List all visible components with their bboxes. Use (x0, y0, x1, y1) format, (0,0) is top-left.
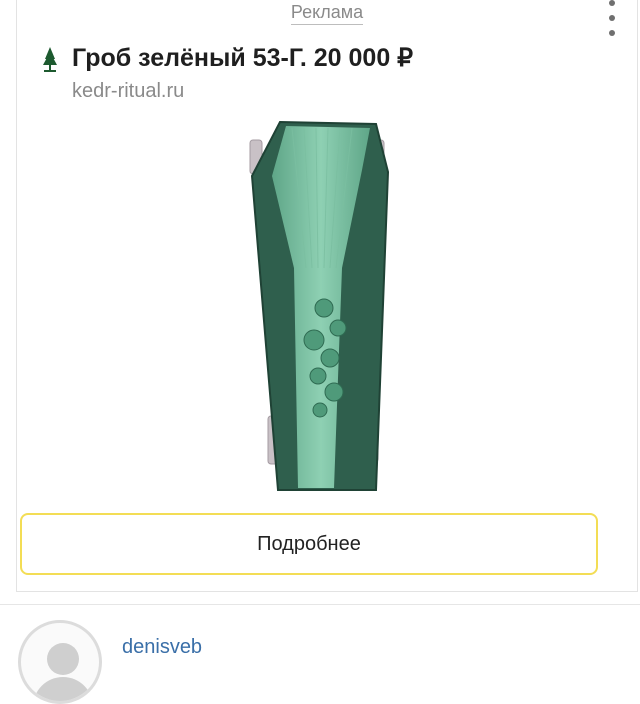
coffin-image[interactable] (230, 118, 402, 494)
ad-title[interactable]: Гроб зелёный 53-Г. 20 000 ₽ (72, 43, 413, 73)
more-options-button[interactable] (602, 0, 622, 36)
user-avatar-icon[interactable] (18, 620, 102, 704)
post-username[interactable]: denisveb (122, 636, 202, 659)
details-button[interactable]: Подробнее (20, 513, 598, 575)
divider (0, 604, 640, 605)
ad-domain[interactable]: kedr-ritual.ru (72, 80, 184, 103)
tree-logo-icon (43, 47, 57, 72)
more-vertical-icon (609, 0, 615, 6)
ad-label: Реклама (17, 2, 637, 25)
